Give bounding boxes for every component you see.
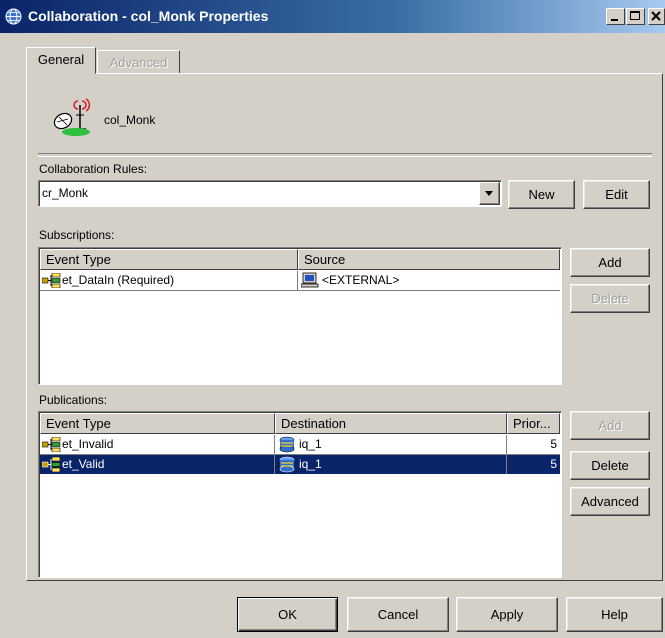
column-header-event-type[interactable]: Event Type xyxy=(40,413,275,434)
event-tree-icon xyxy=(42,437,61,452)
subscriptions-delete-button[interactable]: Delete xyxy=(570,284,650,313)
properties-dialog: Collaboration - col_Monk Properties Gene… xyxy=(0,0,665,638)
maximize-button[interactable] xyxy=(626,8,645,25)
help-button[interactable]: Help xyxy=(566,597,663,632)
satellite-dish-icon xyxy=(53,98,91,136)
ok-button[interactable]: OK xyxy=(237,597,338,632)
queue-icon xyxy=(279,456,295,473)
subscriptions-add-button[interactable]: Add xyxy=(570,248,650,277)
minimize-button[interactable] xyxy=(606,8,625,25)
tab-general[interactable]: General xyxy=(26,47,96,74)
help-button-label: Help xyxy=(601,607,628,622)
new-button-label: New xyxy=(528,187,555,202)
subscriptions-add-label: Add xyxy=(598,255,622,270)
ok-button-label: OK xyxy=(278,607,297,622)
title-bar[interactable]: Collaboration - col_Monk Properties xyxy=(0,0,665,33)
minimize-icon xyxy=(611,19,618,21)
destination-cell: iq_1 xyxy=(299,437,322,451)
separator xyxy=(38,153,652,157)
tab-general-label: General xyxy=(37,52,85,67)
event-type-cell: et_Invalid xyxy=(62,437,114,451)
event-tree-icon xyxy=(42,457,61,472)
column-header-source[interactable]: Source xyxy=(298,249,560,270)
destination-cell: iq_1 xyxy=(299,457,322,471)
subscriptions-delete-label: Delete xyxy=(591,291,629,306)
table-row[interactable]: et_Invalid iq_1 5 xyxy=(40,435,560,455)
cancel-button[interactable]: Cancel xyxy=(347,597,449,632)
table-row[interactable]: et_DataIn (Required) <EXTERNAL> xyxy=(40,271,560,291)
publications-add-button[interactable]: Add xyxy=(570,411,650,440)
maximize-icon xyxy=(630,11,640,20)
close-icon xyxy=(651,11,661,21)
column-header-destination[interactable]: Destination xyxy=(275,413,507,434)
close-button[interactable] xyxy=(648,8,665,25)
new-button[interactable]: New xyxy=(508,180,575,209)
publications-label: Publications: xyxy=(39,393,108,407)
publications-advanced-label: Advanced xyxy=(581,494,639,509)
cancel-button-label: Cancel xyxy=(377,607,419,622)
edit-button-label: Edit xyxy=(605,187,628,202)
publications-table[interactable]: Event Type Destination Prior... et_Inval… xyxy=(38,411,562,578)
apply-button-label: Apply xyxy=(490,607,524,622)
publications-delete-button[interactable]: Delete xyxy=(570,451,650,480)
collab-rules-label: Collaboration Rules: xyxy=(39,162,148,176)
table-row-selected[interactable]: et_Valid iq_1 5 xyxy=(40,455,560,474)
publications-advanced-button[interactable]: Advanced xyxy=(570,487,650,516)
collab-rules-select[interactable]: cr_Monk xyxy=(38,180,502,207)
object-name: col_Monk xyxy=(104,113,156,127)
publications-add-label: Add xyxy=(598,418,622,433)
event-type-cell: et_Valid xyxy=(62,457,105,471)
collab-rules-value: cr_Monk xyxy=(42,186,89,200)
chevron-down-icon xyxy=(485,191,493,196)
tab-advanced[interactable]: Advanced xyxy=(97,50,180,73)
subscriptions-label: Subscriptions: xyxy=(39,228,115,242)
subscriptions-table[interactable]: Event Type Source et_DataIn (Required) <… xyxy=(38,247,562,385)
column-header-priority[interactable]: Prior... xyxy=(507,413,560,434)
source-cell: <EXTERNAL> xyxy=(322,273,400,287)
computer-icon xyxy=(301,272,319,288)
tab-advanced-label: Advanced xyxy=(109,55,168,70)
event-tree-icon xyxy=(42,273,61,288)
dropdown-button[interactable] xyxy=(479,182,500,205)
priority-cell: 5 xyxy=(550,437,557,451)
column-header-event-type[interactable]: Event Type xyxy=(40,249,298,270)
event-type-cell: et_DataIn (Required) xyxy=(62,273,175,287)
window-title: Collaboration - col_Monk Properties xyxy=(28,8,269,24)
priority-cell: 5 xyxy=(550,457,557,471)
globe-icon xyxy=(5,8,22,25)
publications-delete-label: Delete xyxy=(591,458,629,473)
edit-button[interactable]: Edit xyxy=(583,180,650,209)
apply-button[interactable]: Apply xyxy=(456,597,558,632)
queue-icon xyxy=(279,436,295,453)
